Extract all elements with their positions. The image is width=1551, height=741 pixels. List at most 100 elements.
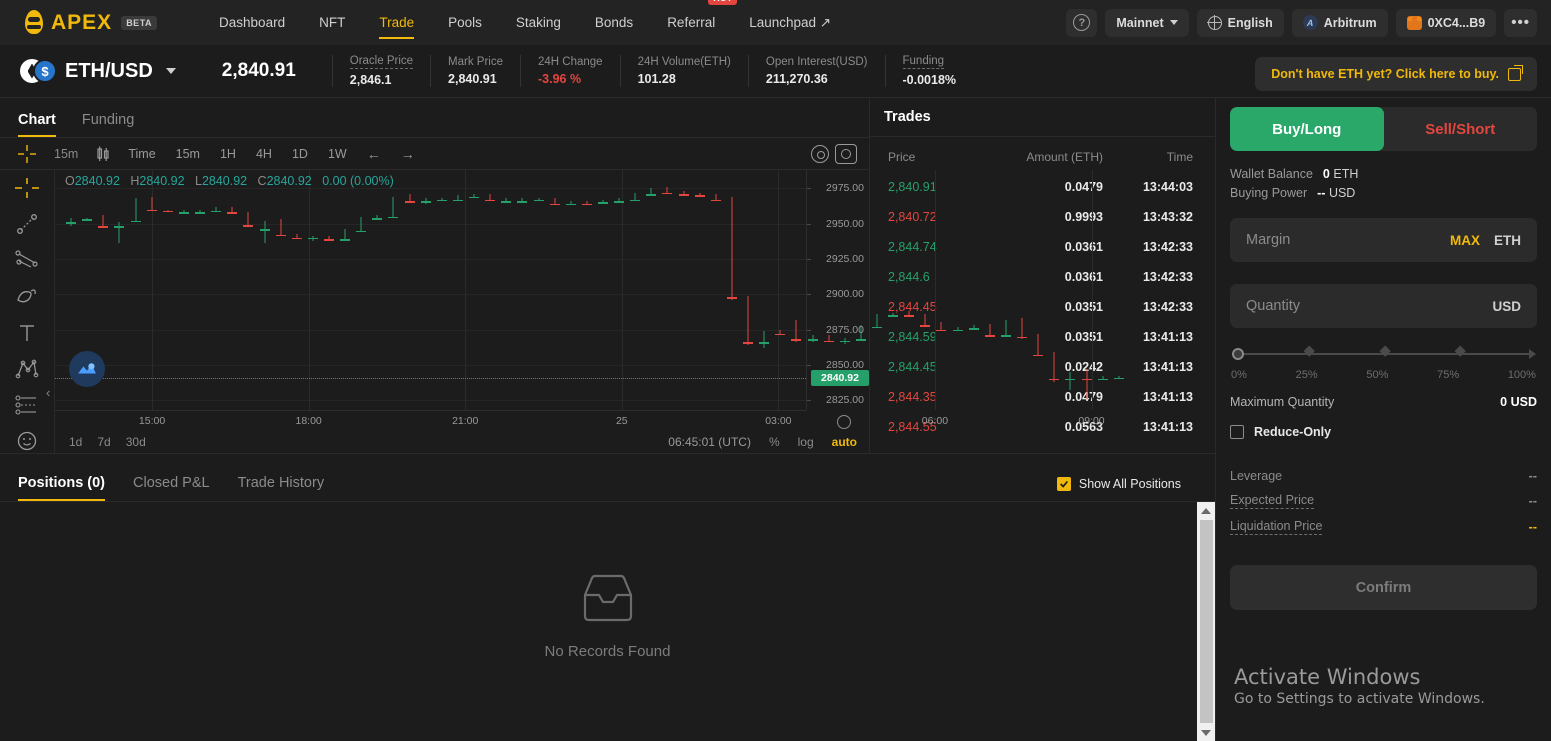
candle-wick xyxy=(747,295,749,346)
price-axis-tick xyxy=(807,294,811,296)
candle-body xyxy=(243,225,254,227)
candle-wick xyxy=(1069,371,1071,391)
nav-link-dashboard[interactable]: Dashboard xyxy=(219,3,285,42)
gridline-vertical xyxy=(1091,170,1093,410)
buy-eth-label: Don't have ETH yet? Click here to buy. xyxy=(1271,67,1499,82)
reduce-only-toggle[interactable]: Reduce-Only xyxy=(1230,425,1537,439)
rail-collapse-icon[interactable]: ‹ xyxy=(46,385,50,400)
toolbar-back-arrow[interactable]: ← xyxy=(357,146,391,162)
range-button-30d[interactable]: 30d xyxy=(126,435,146,449)
pair-selector[interactable]: $ ETH/USD xyxy=(20,59,176,83)
language-selector[interactable]: English xyxy=(1196,8,1284,37)
elliott-wave-icon[interactable] xyxy=(12,357,42,380)
chart-type-button[interactable] xyxy=(88,145,118,163)
time-axis-label: 06:00 xyxy=(921,415,949,427)
confirm-button[interactable]: Confirm xyxy=(1230,565,1537,610)
gear-icon[interactable] xyxy=(811,144,829,163)
toolbar-current-interval[interactable]: 15m xyxy=(44,147,88,161)
fib-icon[interactable] xyxy=(12,249,42,272)
network-selector[interactable]: Mainnet xyxy=(1105,8,1189,37)
emoji-icon[interactable] xyxy=(12,430,42,453)
positions-tab-tradehistory[interactable]: Trade History xyxy=(238,475,324,501)
scroll-up-icon[interactable] xyxy=(1201,502,1211,519)
time-axis-label: 15:00 xyxy=(138,415,166,427)
brand-logo[interactable]: APEX BETA xyxy=(22,9,158,36)
toolbar-time-label[interactable]: Time xyxy=(118,147,165,161)
candlestick xyxy=(324,170,334,410)
nav-link-launchpad[interactable]: Launchpad ↗ xyxy=(749,3,831,43)
candle-body xyxy=(452,199,463,202)
ohlc-high: 2840.92 xyxy=(139,174,185,188)
time-axis[interactable]: 15:00 18:00 21:00 25 03:00 06:00 09:00 xyxy=(55,410,1105,431)
interval-button-15m[interactable]: 15m xyxy=(166,147,210,161)
range-button-1d[interactable]: 1d xyxy=(69,435,82,449)
interval-button-1h[interactable]: 1H xyxy=(210,147,246,161)
quantity-slider[interactable] xyxy=(1232,345,1536,360)
slider-node-25 xyxy=(1303,345,1315,357)
empty-state: No Records Found xyxy=(545,573,670,660)
margin-input[interactable] xyxy=(1246,232,1450,248)
crosshair-tool-button[interactable] xyxy=(10,144,44,164)
scrollbar-thumb[interactable] xyxy=(1199,520,1213,723)
trendline-icon[interactable] xyxy=(12,212,42,235)
nav-link-trade[interactable]: Trade xyxy=(379,3,414,42)
nav-link-staking[interactable]: Staking xyxy=(516,3,561,42)
price-axis[interactable]: 2975.00 2950.00 2925.00 2900.00 2875.00 2850.… xyxy=(806,170,869,410)
quantity-input-group[interactable]: USD xyxy=(1230,284,1537,328)
toolbar-forward-arrow[interactable]: → xyxy=(391,146,425,162)
crosshair-icon[interactable] xyxy=(12,176,42,199)
percent-scale-button[interactable]: % xyxy=(769,435,780,449)
candlestick xyxy=(452,170,463,410)
interval-button-1d[interactable]: 1D xyxy=(282,147,318,161)
chevron-down-icon[interactable] xyxy=(165,68,176,74)
candlestick xyxy=(1081,170,1092,410)
buy-eth-banner-button[interactable]: Don't have ETH yet? Click here to buy. xyxy=(1255,57,1537,92)
interval-button-4h[interactable]: 4H xyxy=(246,147,282,161)
slider-knob[interactable] xyxy=(1232,348,1244,360)
tradingview-logo-icon[interactable] xyxy=(69,351,105,387)
show-all-positions-toggle[interactable]: Show All Positions xyxy=(1056,477,1181,491)
chain-label: Arbitrum xyxy=(1323,15,1377,30)
price-axis-label: 2875.00 xyxy=(826,323,864,336)
nav-link-pools[interactable]: Pools xyxy=(448,3,482,42)
candle-body xyxy=(726,297,737,299)
candlestick xyxy=(936,170,947,410)
more-options-button[interactable]: ••• xyxy=(1504,8,1537,37)
candlestick xyxy=(1017,170,1028,410)
quantity-input[interactable] xyxy=(1246,298,1493,314)
inbox-icon xyxy=(583,574,632,622)
nav-link-nft[interactable]: NFT xyxy=(319,3,345,42)
help-button[interactable]: ? xyxy=(1066,8,1098,37)
positions-tab-closedpl[interactable]: Closed P&L xyxy=(133,475,210,501)
candle-body xyxy=(936,329,947,332)
wallet-address-button[interactable]: 0XC4...B9 xyxy=(1395,8,1497,37)
buy-long-button[interactable]: Buy/Long xyxy=(1230,107,1384,151)
brush-icon[interactable] xyxy=(12,285,42,308)
range-button-7d[interactable]: 7d xyxy=(97,435,110,449)
margin-input-group[interactable]: MAX ETH xyxy=(1230,218,1537,262)
interval-button-1w[interactable]: 1W xyxy=(318,147,357,161)
ohlc-close: 2840.92 xyxy=(266,174,312,188)
nav-link-referral[interactable]: ReferralHOT xyxy=(667,0,738,42)
log-scale-button[interactable]: log xyxy=(798,435,814,449)
positions-tab-positions[interactable]: Positions (0) xyxy=(18,475,106,501)
chain-selector[interactable]: A Arbitrum xyxy=(1291,8,1388,37)
maximum-quantity-value: 0 USD xyxy=(1500,395,1537,409)
trades-header-row: Price Amount (ETH) Time xyxy=(870,137,1215,172)
theme-toggle-icon[interactable] xyxy=(837,415,851,429)
scroll-down-icon[interactable] xyxy=(1201,724,1211,741)
positions-scrollbar[interactable] xyxy=(1197,502,1215,741)
chart-tab-funding[interactable]: Funding xyxy=(82,112,134,137)
chart-plot[interactable]: O2840.92 H2840.92 L2840.92 C2840.92 0.00… xyxy=(55,170,1124,453)
long-position-icon[interactable] xyxy=(12,394,42,417)
auto-scale-button[interactable]: auto xyxy=(832,435,857,449)
nav-link-bonds[interactable]: Bonds xyxy=(595,3,633,42)
camera-icon[interactable] xyxy=(835,143,857,164)
margin-max-button[interactable]: MAX xyxy=(1450,233,1480,248)
chart-tab-chart[interactable]: Chart xyxy=(18,112,56,137)
chart-toolbar: 15m Time 15m 1H 4H 1D 1W ← → xyxy=(0,137,869,170)
text-icon[interactable] xyxy=(12,321,42,344)
candlestick xyxy=(872,170,882,410)
wallet-balance-value: 0 ETH xyxy=(1323,167,1358,181)
sell-short-button[interactable]: Sell/Short xyxy=(1384,107,1538,151)
